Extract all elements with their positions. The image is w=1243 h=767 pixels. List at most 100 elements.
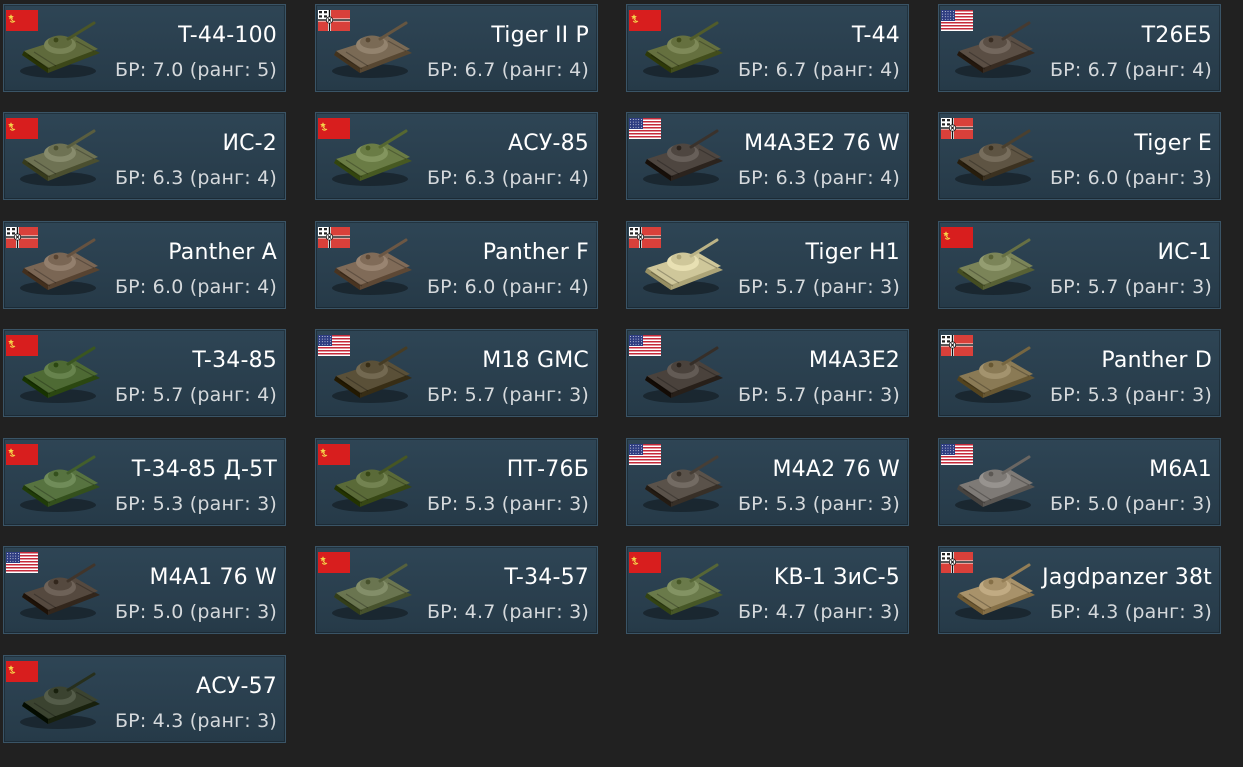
vehicle-name: Tiger H1: [805, 240, 900, 265]
vehicle-card[interactable]: T-34-85 Д-5T БР: 5.3 (ранг: 3): [3, 438, 286, 526]
vehicle-card[interactable]: M4A3E2 БР: 5.7 (ранг: 3): [626, 329, 909, 417]
vehicle-name: M4A3E2 76 W: [744, 131, 900, 156]
ussr-flag-icon: [629, 552, 661, 573]
vehicle-battle-rating: БР: 5.7 (ранг: 4): [114, 384, 277, 406]
vehicle-card[interactable]: ИС-2 БР: 6.3 (ранг: 4): [3, 112, 286, 200]
vehicle-battle-rating: БР: 5.0 (ранг: 3): [1049, 493, 1212, 515]
vehicle-card[interactable]: ИС-1 БР: 5.7 (ранг: 3): [938, 221, 1221, 309]
vehicle-battle-rating: БР: 6.7 (ранг: 4): [426, 59, 589, 81]
vehicle-name: T-34-85: [192, 348, 277, 373]
ussr-flag-icon: [6, 10, 38, 31]
vehicle-grid: T-44-100 БР: 7.0 (ранг: 5) Tiger II P БР: 6…: [0, 0, 1243, 767]
ussr-flag-icon: [629, 10, 661, 31]
vehicle-battle-rating: БР: 6.0 (ранг: 4): [426, 276, 589, 298]
vehicle-name: АСУ-57: [196, 674, 277, 699]
vehicle-card[interactable]: АСУ-85 БР: 6.3 (ранг: 4): [315, 112, 598, 200]
germany-flag-icon: [318, 10, 350, 31]
germany-flag-icon: [941, 118, 973, 139]
vehicle-name: ИС-1: [1157, 240, 1212, 265]
vehicle-card[interactable]: T26E5 БР: 6.7 (ранг: 4): [938, 4, 1221, 92]
vehicle-name: M18 GMC: [482, 348, 589, 373]
ussr-flag-icon: [6, 444, 38, 465]
vehicle-name: KB-1 ЗиС-5: [773, 565, 900, 590]
germany-flag-icon: [6, 227, 38, 248]
vehicle-battle-rating: БР: 7.0 (ранг: 5): [114, 59, 277, 81]
vehicle-card[interactable]: ПТ-76Б БР: 5.3 (ранг: 3): [315, 438, 598, 526]
ussr-flag-icon: [318, 444, 350, 465]
vehicle-battle-rating: БР: 6.3 (ранг: 4): [737, 167, 900, 189]
usa-flag-icon: [629, 335, 661, 356]
vehicle-card[interactable]: T-34-57 БР: 4.7 (ранг: 3): [315, 546, 598, 634]
vehicle-card[interactable]: Tiger H1 БР: 5.7 (ранг: 3): [626, 221, 909, 309]
vehicle-battle-rating: БР: 4.3 (ранг: 3): [1049, 601, 1212, 623]
vehicle-card[interactable]: M18 GMC БР: 5.7 (ранг: 3): [315, 329, 598, 417]
vehicle-battle-rating: БР: 6.3 (ранг: 4): [114, 167, 277, 189]
vehicle-name: Panther D: [1101, 348, 1212, 373]
ussr-flag-icon: [318, 118, 350, 139]
vehicle-card[interactable]: Panther A БР: 6.0 (ранг: 4): [3, 221, 286, 309]
vehicle-card[interactable]: T-44 БР: 6.7 (ранг: 4): [626, 4, 909, 92]
usa-flag-icon: [629, 118, 661, 139]
usa-flag-icon: [941, 444, 973, 465]
vehicle-card[interactable]: M4A2 76 W БР: 5.3 (ранг: 3): [626, 438, 909, 526]
vehicle-name: Tiger E: [1134, 131, 1212, 156]
vehicle-battle-rating: БР: 4.3 (ранг: 3): [114, 710, 277, 732]
ussr-flag-icon: [6, 118, 38, 139]
vehicle-card[interactable]: T-34-85 БР: 5.7 (ранг: 4): [3, 329, 286, 417]
vehicle-battle-rating: БР: 6.7 (ранг: 4): [1049, 59, 1212, 81]
vehicle-battle-rating: БР: 6.0 (ранг: 4): [114, 276, 277, 298]
vehicle-name: ИС-2: [222, 131, 277, 156]
vehicle-card[interactable]: Panther F БР: 6.0 (ранг: 4): [315, 221, 598, 309]
vehicle-battle-rating: БР: 5.7 (ранг: 3): [737, 276, 900, 298]
vehicle-card[interactable]: Jagdpanzer 38t БР: 4.3 (ранг: 3): [938, 546, 1221, 634]
ussr-flag-icon: [6, 335, 38, 356]
vehicle-name: T-34-85 Д-5T: [131, 457, 277, 482]
vehicle-card[interactable]: Tiger II P БР: 6.7 (ранг: 4): [315, 4, 598, 92]
vehicle-name: T-44-100: [178, 23, 277, 48]
germany-flag-icon: [941, 552, 973, 573]
vehicle-card[interactable]: M6A1 БР: 5.0 (ранг: 3): [938, 438, 1221, 526]
vehicle-name: T-34-57: [504, 565, 589, 590]
vehicle-name: Panther A: [168, 240, 277, 265]
vehicle-battle-rating: БР: 6.3 (ранг: 4): [426, 167, 589, 189]
vehicle-card[interactable]: T-44-100 БР: 7.0 (ранг: 5): [3, 4, 286, 92]
vehicle-name: M4A2 76 W: [772, 457, 900, 482]
vehicle-battle-rating: БР: 5.3 (ранг: 3): [737, 493, 900, 515]
ussr-flag-icon: [941, 227, 973, 248]
ussr-flag-icon: [318, 552, 350, 573]
vehicle-card[interactable]: KB-1 ЗиС-5 БР: 4.7 (ранг: 3): [626, 546, 909, 634]
vehicle-battle-rating: БР: 5.3 (ранг: 3): [114, 493, 277, 515]
vehicle-name: ПТ-76Б: [506, 457, 589, 482]
usa-flag-icon: [6, 552, 38, 573]
germany-flag-icon: [318, 227, 350, 248]
vehicle-name: M4A1 76 W: [149, 565, 277, 590]
vehicle-card[interactable]: АСУ-57 БР: 4.3 (ранг: 3): [3, 655, 286, 743]
vehicle-battle-rating: БР: 5.7 (ранг: 3): [1049, 276, 1212, 298]
vehicle-battle-rating: БР: 6.7 (ранг: 4): [737, 59, 900, 81]
vehicle-name: T26E5: [1141, 23, 1212, 48]
usa-flag-icon: [318, 335, 350, 356]
vehicle-battle-rating: БР: 4.7 (ранг: 3): [737, 601, 900, 623]
vehicle-battle-rating: БР: 5.0 (ранг: 3): [114, 601, 277, 623]
vehicle-card[interactable]: Panther D БР: 5.3 (ранг: 3): [938, 329, 1221, 417]
usa-flag-icon: [941, 10, 973, 31]
vehicle-battle-rating: БР: 5.3 (ранг: 3): [426, 493, 589, 515]
vehicle-battle-rating: БР: 5.3 (ранг: 3): [1049, 384, 1212, 406]
vehicle-name: Jagdpanzer 38t: [1042, 565, 1212, 590]
vehicle-name: Panther F: [482, 240, 589, 265]
vehicle-name: Tiger II P: [491, 23, 589, 48]
vehicle-card[interactable]: M4A1 76 W БР: 5.0 (ранг: 3): [3, 546, 286, 634]
ussr-flag-icon: [6, 661, 38, 682]
vehicle-card[interactable]: M4A3E2 76 W БР: 6.3 (ранг: 4): [626, 112, 909, 200]
usa-flag-icon: [629, 444, 661, 465]
vehicle-card[interactable]: Tiger E БР: 6.0 (ранг: 3): [938, 112, 1221, 200]
vehicle-battle-rating: БР: 5.7 (ранг: 3): [426, 384, 589, 406]
vehicle-battle-rating: БР: 4.7 (ранг: 3): [426, 601, 589, 623]
vehicle-name: M6A1: [1149, 457, 1212, 482]
vehicle-battle-rating: БР: 6.0 (ранг: 3): [1049, 167, 1212, 189]
vehicle-battle-rating: БР: 5.7 (ранг: 3): [737, 384, 900, 406]
germany-flag-icon: [629, 227, 661, 248]
vehicle-name: M4A3E2: [808, 348, 900, 373]
vehicle-name: АСУ-85: [508, 131, 589, 156]
vehicle-name: T-44: [851, 23, 900, 48]
